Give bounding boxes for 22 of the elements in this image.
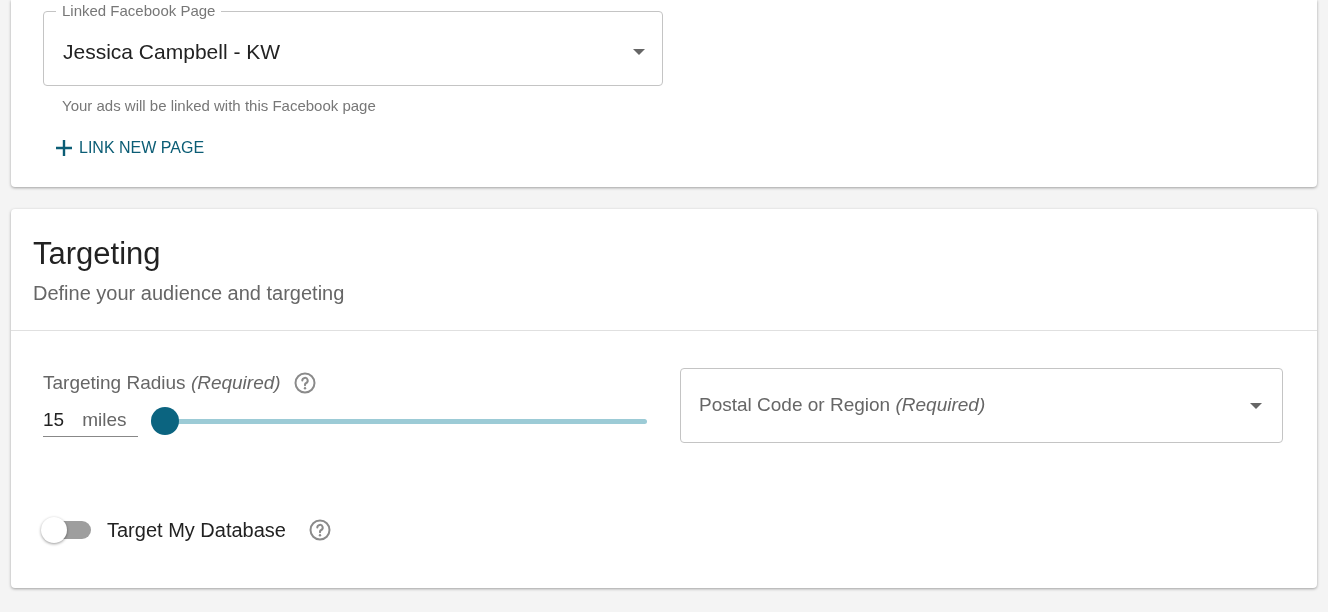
section-title: Targeting [33,235,161,273]
database-toggle[interactable] [41,517,93,543]
unit-label: miles [82,407,127,432]
radius-input[interactable]: 15 miles [43,405,138,437]
postal-select[interactable]: Postal Code or Region (Required) [680,368,1283,443]
radius-label: Targeting Radius (Required) [43,371,281,395]
slider-thumb[interactable] [151,407,179,436]
toggle-label: Target My Database [107,518,286,543]
help-icon[interactable] [308,518,332,542]
radius-slider[interactable] [151,407,647,436]
facebook-page-select[interactable]: Linked Facebook Page Jessica Campbell - KW [43,3,663,86]
caret-icon [633,48,645,55]
helper-text: Your ads will be linked with this Facebook page [62,96,376,116]
help-icon[interactable] [292,371,317,396]
caret-icon [1250,402,1262,409]
section-subtitle: Define your audience and targeting [33,281,345,306]
select-placeholder: Postal Code or Region (Required) [699,393,986,418]
field-label: Linked Facebook Page [61,3,217,19]
select-value: Jessica Campbell - KW [63,38,281,65]
radius-value: 15 [43,407,65,432]
link-new-page-button[interactable]: LINK NEW PAGE [55,135,205,160]
plus-icon [55,138,73,157]
